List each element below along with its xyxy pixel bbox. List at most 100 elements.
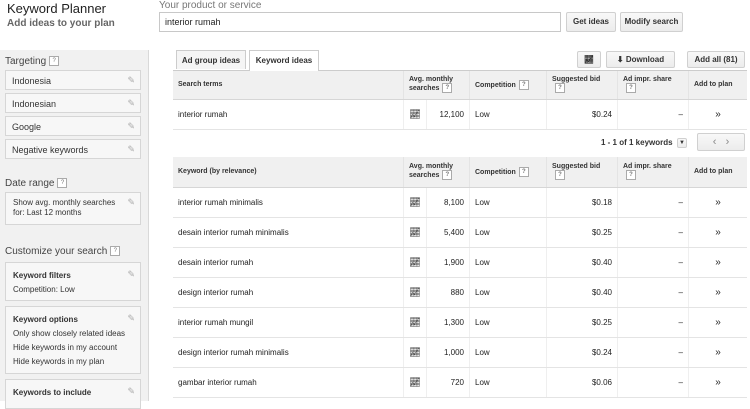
bid-cell: $0.40: [546, 277, 618, 308]
chevron-left-icon[interactable]: ‹: [713, 136, 717, 148]
help-icon[interactable]: ?: [518, 166, 529, 177]
bid-cell: $0.25: [546, 307, 618, 338]
searches-cell: 1,000: [426, 337, 470, 368]
table-row[interactable]: interior rumah minimalis 📈︎ 8,100 Low $0.18–…: [173, 187, 747, 218]
tab-bar: Ad group ideas Keyword ideas 📈︎ ⬇ Downlo…: [173, 50, 747, 71]
keyword-ideas-table: Keyword (by relevance) Avg. monthly sear…: [173, 157, 747, 398]
impr-share-cell: –: [617, 337, 689, 368]
add-to-plan-icon[interactable]: »: [688, 187, 747, 218]
targeting-network[interactable]: Google ✎: [5, 116, 141, 136]
add-to-plan-icon[interactable]: »: [688, 99, 747, 130]
help-icon[interactable]: ?: [555, 170, 565, 181]
searches-cell: 720: [426, 367, 470, 398]
trend-chart-icon[interactable]: 📈︎: [403, 337, 427, 368]
add-to-plan-icon[interactable]: »: [688, 307, 747, 338]
trend-chart-icon[interactable]: 📈︎: [403, 99, 427, 130]
pencil-icon[interactable]: ✎: [127, 197, 135, 207]
add-to-plan-icon[interactable]: »: [688, 367, 747, 398]
add-to-plan-icon[interactable]: »: [688, 217, 747, 248]
trend-chart-icon[interactable]: 📈︎: [403, 247, 427, 278]
table-row[interactable]: interior rumah mungil 📈︎ 1,300 Low $0.25–»: [173, 307, 747, 338]
get-ideas-button[interactable]: Get ideas: [566, 12, 616, 32]
tab-ad-group-ideas[interactable]: Ad group ideas: [176, 50, 246, 69]
pencil-icon[interactable]: ✎: [127, 144, 135, 155]
page-title: Keyword Planner: [7, 1, 106, 16]
keywords-to-include-card[interactable]: Keywords to include ✎: [5, 379, 141, 409]
trend-chart-icon[interactable]: 📈︎: [403, 307, 427, 338]
targeting-language[interactable]: Indonesian ✎: [5, 93, 141, 113]
keyword-cell: interior rumah: [173, 99, 404, 130]
table-row[interactable]: gambar interior rumah 📈︎ 720 Low $0.06–»: [173, 367, 747, 398]
tab-keyword-ideas[interactable]: Keyword ideas: [249, 50, 319, 71]
trend-chart-icon[interactable]: 📈︎: [403, 217, 427, 248]
pencil-icon[interactable]: ✎: [127, 267, 135, 281]
keyword-cell: desain interior rumah: [173, 247, 404, 278]
add-to-plan-icon[interactable]: »: [688, 277, 747, 308]
bid-cell: $0.24: [546, 337, 618, 368]
pencil-icon[interactable]: ✎: [127, 311, 135, 325]
chart-icon[interactable]: 📈︎: [577, 51, 601, 68]
pencil-icon[interactable]: ✎: [127, 121, 135, 132]
sidebar: Targeting? Indonesia ✎ Indonesian ✎ Google…: [0, 50, 149, 409]
trend-chart-icon[interactable]: 📈︎: [403, 187, 427, 218]
table-row[interactable]: design interior rumah 📈︎ 880 Low $0.40–»: [173, 277, 747, 308]
help-icon[interactable]: ?: [626, 170, 636, 181]
keyword-cell: desain interior rumah minimalis: [173, 217, 404, 248]
pencil-icon[interactable]: ✎: [127, 98, 135, 109]
page-size-dropdown[interactable]: ▼: [677, 138, 687, 148]
help-icon[interactable]: ?: [626, 83, 636, 94]
table-row[interactable]: desain interior rumah 📈︎ 1,900 Low $0.40–»: [173, 247, 747, 278]
product-label: Your product or service: [159, 0, 262, 11]
add-to-plan-icon[interactable]: »: [688, 337, 747, 368]
table-row[interactable]: desain interior rumah minimalis 📈︎ 5,400 Lo…: [173, 217, 747, 248]
page-subtitle: Add ideas to your plan: [7, 18, 115, 29]
help-icon[interactable]: ?: [110, 246, 121, 257]
chevron-right-icon[interactable]: ›: [726, 136, 730, 148]
trend-chart-icon[interactable]: 📈︎: [403, 277, 427, 308]
searches-cell: 5,400: [426, 217, 470, 248]
keyword-options-card[interactable]: Keyword options Only show closely relate…: [5, 306, 141, 374]
add-all-button[interactable]: Add all (81): [687, 51, 745, 68]
help-icon[interactable]: ?: [49, 56, 60, 67]
download-button[interactable]: ⬇ Download: [606, 51, 675, 68]
table-row[interactable]: interior rumah 📈︎ 12,100 Low $0.24 – »: [173, 99, 747, 130]
searches-cell: 880: [426, 277, 470, 308]
date-range-box[interactable]: Show avg. monthly searches for: Last 12 …: [5, 192, 141, 225]
searches-cell: 1,900: [426, 247, 470, 278]
download-icon: ⬇: [616, 55, 626, 64]
product-search-input[interactable]: interior rumah: [159, 12, 561, 32]
searches-cell: 12,100: [426, 99, 470, 130]
help-icon[interactable]: ?: [518, 79, 529, 90]
keyword-filters-card[interactable]: Keyword filters Competition: Low ✎: [5, 262, 141, 301]
competition-cell: Low: [469, 307, 547, 338]
impr-share-cell: –: [617, 307, 689, 338]
pencil-icon[interactable]: ✎: [127, 384, 135, 398]
keyword-cell: design interior rumah minimalis: [173, 337, 404, 368]
impr-share-cell: –: [617, 217, 689, 248]
bid-cell: $0.18: [546, 187, 618, 218]
help-icon[interactable]: ?: [442, 83, 453, 94]
help-icon[interactable]: ?: [442, 170, 453, 181]
modify-search-button[interactable]: Modify search: [620, 12, 683, 32]
help-icon[interactable]: ?: [555, 83, 565, 94]
table-header-row: Search terms Avg. monthly searches? Comp…: [173, 71, 747, 100]
add-to-plan-icon[interactable]: »: [688, 247, 747, 278]
targeting-location[interactable]: Indonesia ✎: [5, 70, 141, 90]
competition-cell: Low: [469, 367, 547, 398]
bid-cell: $0.25: [546, 217, 618, 248]
keyword-cell: interior rumah mungil: [173, 307, 404, 338]
pencil-icon[interactable]: ✎: [127, 75, 135, 86]
competition-cell: Low: [469, 337, 547, 368]
table-row[interactable]: design interior rumah minimalis 📈︎ 1,000 Lo…: [173, 337, 747, 368]
search-terms-table: Search terms Avg. monthly searches? Comp…: [173, 71, 747, 130]
impr-share-cell: –: [617, 247, 689, 278]
trend-chart-icon[interactable]: 📈︎: [403, 367, 427, 398]
competition-cell: Low: [469, 247, 547, 278]
targeting-heading: Targeting?: [5, 56, 60, 67]
bid-cell: $0.40: [546, 247, 618, 278]
impr-share-cell: –: [617, 187, 689, 218]
impr-share-cell: –: [617, 277, 689, 308]
customize-heading: Customize your search?: [5, 246, 121, 257]
targeting-negative-keywords[interactable]: Negative keywords ✎: [5, 139, 141, 159]
help-icon[interactable]: ?: [57, 178, 68, 189]
